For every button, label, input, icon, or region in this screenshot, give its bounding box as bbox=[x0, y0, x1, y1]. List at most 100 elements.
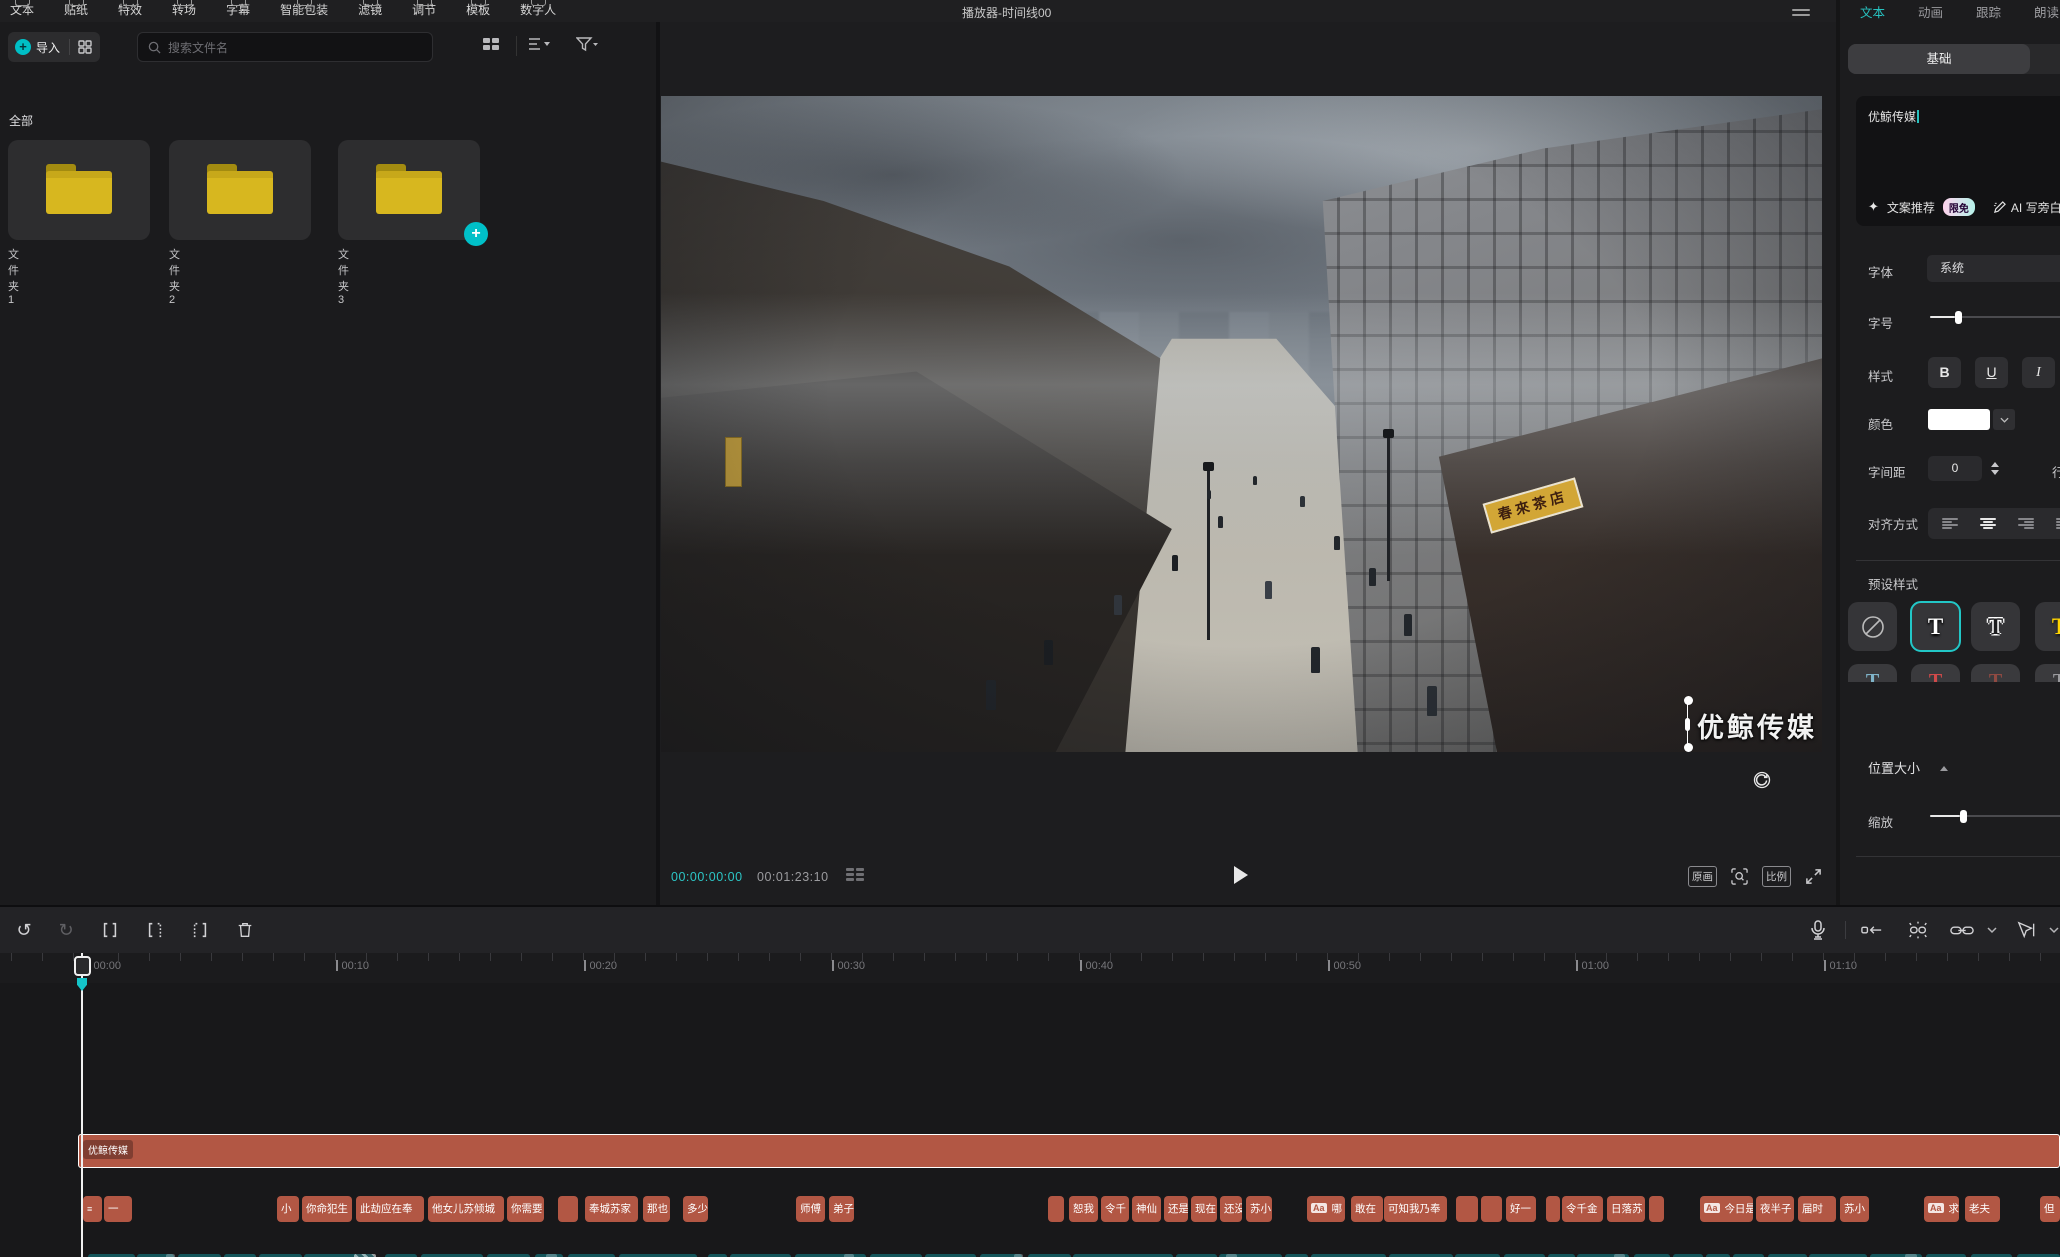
collapse-icon[interactable] bbox=[1940, 766, 1948, 771]
subtitle-list-icon[interactable] bbox=[846, 868, 864, 881]
subtitle-clip[interactable] bbox=[1649, 1196, 1664, 1222]
playhead-handle[interactable] bbox=[74, 956, 91, 976]
asset-category-tab[interactable]: 滤镜 bbox=[354, 1, 386, 22]
subtitle-clip[interactable] bbox=[558, 1196, 578, 1222]
subtitle-clip[interactable]: 那也 bbox=[643, 1196, 670, 1222]
subtitle-clip[interactable]: 现在 bbox=[1191, 1196, 1217, 1222]
subtitle-clip[interactable]: 还没 bbox=[1220, 1196, 1242, 1222]
subtitle-clip[interactable] bbox=[1048, 1196, 1064, 1222]
subtitle-clip[interactable]: 多少 bbox=[683, 1196, 708, 1222]
subtitle-clip[interactable] bbox=[1481, 1196, 1502, 1222]
select-tool-icon[interactable] bbox=[2014, 918, 2038, 942]
import-grid-icon[interactable] bbox=[69, 39, 92, 55]
redo-icon[interactable]: ↻ bbox=[54, 918, 78, 942]
split-keep-left-icon[interactable] bbox=[143, 918, 167, 942]
ai-voiceover-button[interactable]: AI 写旁白 bbox=[1993, 199, 2060, 216]
align-justify-icon[interactable] bbox=[2056, 518, 2060, 530]
subtitle-clip[interactable]: 你需要 bbox=[507, 1196, 544, 1222]
subtitle-clip[interactable]: 令千 bbox=[1101, 1196, 1129, 1222]
preset-outline[interactable]: T bbox=[1971, 602, 2020, 651]
font-select[interactable]: 系统 bbox=[1927, 255, 2060, 282]
filter-icon[interactable] bbox=[576, 36, 598, 52]
subtitle-clip[interactable]: 你命犯生 bbox=[302, 1196, 352, 1222]
letter-spacing-stepper[interactable] bbox=[1987, 456, 2002, 481]
tab-basic[interactable]: 基础 bbox=[1848, 44, 2030, 74]
align-left-icon[interactable] bbox=[1942, 518, 1958, 530]
player-menu-icon[interactable] bbox=[1792, 6, 1810, 18]
copy-suggest-button[interactable]: 文案推荐 bbox=[1887, 199, 1935, 216]
subtitle-clip[interactable]: 夜半子 bbox=[1756, 1196, 1794, 1222]
link-icon[interactable] bbox=[1950, 918, 1974, 942]
subtitle-clip[interactable]: Aa 今日是 bbox=[1700, 1196, 1753, 1222]
delete-icon[interactable] bbox=[233, 918, 257, 942]
subtitle-clip[interactable]: 他女儿苏倾城 bbox=[428, 1196, 504, 1222]
preset-white-selected[interactable]: T bbox=[1911, 602, 1960, 651]
subtitle-clip[interactable]: 恕我 bbox=[1069, 1196, 1098, 1222]
record-voiceover-icon[interactable] bbox=[1806, 918, 1830, 942]
asset-category-tab[interactable]: 数字人 bbox=[516, 1, 560, 22]
subtitle-clip[interactable]: 还是 bbox=[1164, 1196, 1188, 1222]
subtitle-clip[interactable]: 苏小 bbox=[1246, 1196, 1272, 1222]
subtitle-clip[interactable]: 一 bbox=[104, 1196, 132, 1222]
subtitle-clip[interactable]: 弟子 bbox=[829, 1196, 854, 1222]
unlink-preview-icon[interactable] bbox=[1906, 918, 1930, 942]
asset-category-tab[interactable]: 调节 bbox=[408, 1, 440, 22]
search-input[interactable]: 搜索文件名 bbox=[137, 32, 433, 62]
scale-slider[interactable] bbox=[1930, 809, 2060, 823]
preset-none[interactable] bbox=[1848, 602, 1897, 651]
text-track-selected[interactable]: 优鲸传媒 bbox=[78, 1134, 2060, 1168]
subtitle-clip[interactable]: Aa 求 bbox=[1924, 1196, 1959, 1222]
italic-button[interactable]: I bbox=[2022, 357, 2055, 388]
grid-view-icon[interactable] bbox=[482, 36, 500, 52]
subtitle-clip[interactable]: 好一 bbox=[1506, 1196, 1536, 1222]
snap-icon[interactable] bbox=[1860, 918, 1884, 942]
preset-style[interactable]: T bbox=[2035, 664, 2060, 682]
inspector-tab[interactable]: 朗读 bbox=[2034, 2, 2059, 21]
subtitle-clip[interactable]: 敢在 bbox=[1351, 1196, 1383, 1222]
rotate-icon[interactable] bbox=[1752, 770, 1772, 790]
asset-category-tab[interactable]: 文本 bbox=[6, 1, 38, 22]
undo-icon[interactable]: ↺ bbox=[12, 918, 36, 942]
select-chevron-down-icon[interactable] bbox=[2042, 918, 2060, 942]
subtitle-clip[interactable]: 苏小 bbox=[1840, 1196, 1869, 1222]
asset-category-tab[interactable]: 贴纸 bbox=[60, 1, 92, 22]
preset-style[interactable]: T bbox=[1911, 664, 1960, 682]
preset-style[interactable]: T bbox=[1971, 664, 2020, 682]
original-quality-button[interactable]: 原画 bbox=[1688, 866, 1717, 887]
inspector-tab[interactable]: 动画 bbox=[1918, 2, 1943, 21]
subtitle-clip[interactable]: 神仙 bbox=[1132, 1196, 1161, 1222]
subtitle-clip[interactable]: 老夫 bbox=[1965, 1196, 2000, 1222]
align-center-icon[interactable] bbox=[1980, 518, 1996, 530]
fullscreen-icon[interactable] bbox=[1805, 868, 1822, 885]
import-button[interactable]: + 导入 bbox=[8, 32, 100, 62]
preset-style[interactable]: T bbox=[1848, 664, 1897, 682]
split-keep-right-icon[interactable] bbox=[188, 918, 212, 942]
asset-category-tab[interactable]: 模板 bbox=[462, 1, 494, 22]
asset-category-tab[interactable]: 智能包装 bbox=[276, 1, 332, 22]
play-icon[interactable] bbox=[1234, 866, 1248, 884]
text-content-input[interactable]: 优鲸传媒 ✦ 文案推荐 限免 AI 写旁白 bbox=[1856, 96, 2060, 226]
ratio-button[interactable]: 比例 bbox=[1762, 866, 1791, 887]
asset-category-tab[interactable]: 转场 bbox=[168, 1, 200, 22]
subtitle-clip[interactable]: 师傅 bbox=[796, 1196, 825, 1222]
subtitle-clip[interactable]: ≡ bbox=[83, 1196, 102, 1222]
subtitle-clip[interactable]: 令千金 bbox=[1562, 1196, 1603, 1222]
text-color-swatch[interactable] bbox=[1928, 409, 1990, 430]
subtitle-clip[interactable]: 但 bbox=[2040, 1196, 2060, 1222]
font-size-slider[interactable] bbox=[1930, 310, 2060, 324]
align-right-icon[interactable] bbox=[2018, 518, 2034, 530]
text-overlay[interactable]: 优鲸传媒 bbox=[1697, 706, 1817, 745]
selection-handle[interactable] bbox=[1687, 701, 1688, 747]
asset-category-tab[interactable]: 字幕 bbox=[222, 1, 254, 22]
timeline-ruler[interactable]: 00:0000:1000:2000:3000:4000:5001:0001:10 bbox=[0, 953, 2060, 983]
position-size-section[interactable]: 位置大小 bbox=[1868, 758, 1920, 777]
subtitle-clip[interactable]: 日落苏 bbox=[1607, 1196, 1645, 1222]
link-chevron-down-icon[interactable] bbox=[1980, 918, 2004, 942]
subtitle-clip[interactable]: 小 bbox=[277, 1196, 299, 1222]
subtitle-clip[interactable]: 此劫应在奉 bbox=[356, 1196, 424, 1222]
color-chevron-down-icon[interactable] bbox=[1993, 409, 2015, 430]
subtitle-clip[interactable]: 可知我乃奉 bbox=[1384, 1196, 1447, 1222]
folder-add-icon[interactable]: + bbox=[464, 222, 488, 246]
subtitle-clip[interactable]: 届时 bbox=[1798, 1196, 1836, 1222]
subtitle-clip[interactable] bbox=[1456, 1196, 1478, 1222]
